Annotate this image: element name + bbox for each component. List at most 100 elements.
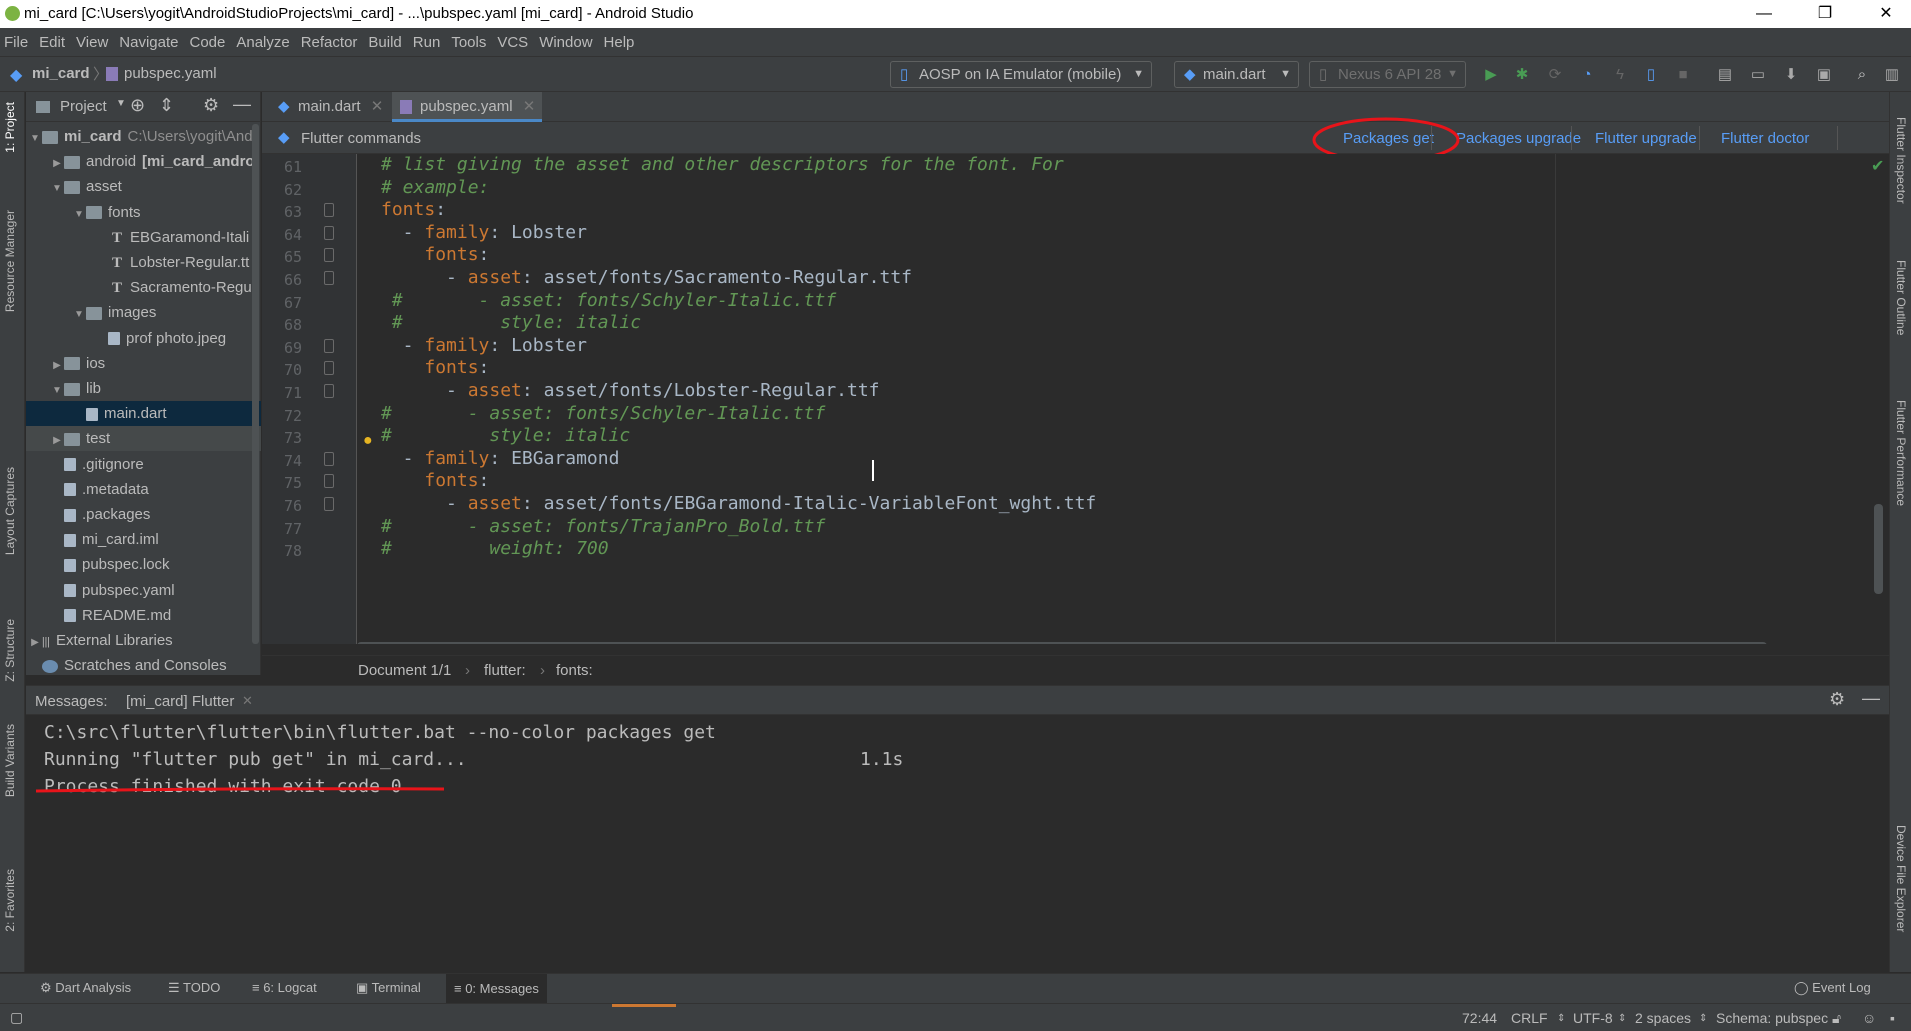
inspector-icon[interactable]: ☺︎ bbox=[1862, 1010, 1876, 1026]
menu-refactor[interactable]: Refactor bbox=[301, 34, 358, 51]
nav-project[interactable]: mi_card bbox=[32, 65, 90, 82]
minimize-button[interactable]: — bbox=[1741, 2, 1787, 26]
fold-marker-icon[interactable] bbox=[324, 384, 334, 398]
tree-node[interactable]: prof photo.jpeg bbox=[26, 326, 261, 351]
collapse-arrow-icon[interactable]: ▶ bbox=[28, 630, 42, 653]
sdk-manager-icon[interactable]: ⬇ bbox=[1782, 66, 1800, 84]
sync-project-icon[interactable]: ▤ bbox=[1716, 66, 1734, 84]
hot-reload-icon[interactable]: ϟ bbox=[1611, 66, 1629, 84]
gear-icon[interactable]: ⚙ bbox=[1829, 689, 1845, 710]
tool-tab-build-variants[interactable]: Build Variants bbox=[3, 724, 17, 797]
fold-marker-icon[interactable] bbox=[324, 361, 334, 376]
menu-view[interactable]: View bbox=[76, 34, 108, 51]
expand-arrow-icon[interactable]: ▼ bbox=[72, 202, 86, 225]
locate-icon[interactable]: ⊕ bbox=[130, 95, 145, 116]
menu-tools[interactable]: Tools bbox=[451, 34, 486, 51]
notifications-icon[interactable]: ▪ bbox=[1890, 1010, 1895, 1026]
tab-main-dart[interactable]: ◆ main.dart ✕ bbox=[270, 92, 390, 122]
menu-run[interactable]: Run bbox=[413, 34, 441, 51]
tree-node[interactable]: ▶ android [mi_card_androi bbox=[26, 149, 261, 174]
collapse-arrow-icon[interactable]: ▶ bbox=[50, 353, 64, 376]
tool-tab-resource-manager[interactable]: Resource Manager bbox=[3, 210, 17, 312]
breadcrumb-fonts[interactable]: fonts: bbox=[556, 662, 593, 679]
tree-node[interactable]: ▼ images bbox=[26, 300, 261, 325]
tree-node[interactable]: pubspec.lock bbox=[26, 552, 261, 577]
status-indent[interactable]: 2 spaces bbox=[1635, 1010, 1691, 1026]
intention-bulb-icon[interactable]: ● bbox=[363, 432, 373, 450]
fold-marker-icon[interactable] bbox=[324, 497, 334, 511]
collapse-arrow-icon[interactable]: ▶ bbox=[50, 151, 64, 174]
tool-event-log[interactable]: ◯ Event Log bbox=[1794, 980, 1871, 996]
device-selector[interactable]: ▯ AOSP on IA Emulator (mobile) ▼ bbox=[890, 61, 1152, 88]
tool-dart-analysis[interactable]: ⚙ Dart Analysis bbox=[40, 980, 131, 996]
debug-icon[interactable]: ✱ bbox=[1513, 66, 1531, 84]
tree-node[interactable]: ▼ asset bbox=[26, 174, 261, 199]
avd-manager-icon[interactable]: ▭ bbox=[1749, 66, 1767, 84]
tree-node[interactable]: ▶ ios bbox=[26, 351, 261, 376]
menu-build[interactable]: Build bbox=[368, 34, 401, 51]
vertical-scrollbar[interactable] bbox=[1874, 504, 1883, 594]
tree-node[interactable]: .gitignore bbox=[26, 452, 261, 477]
hide-panel-icon[interactable]: — bbox=[233, 94, 251, 115]
tool-messages[interactable]: ≡ 0: Messages bbox=[446, 974, 547, 1003]
tool-tab-structure[interactable]: Z: Structure bbox=[3, 619, 17, 682]
flutter-upgrade-link[interactable]: Flutter upgrade bbox=[1595, 130, 1697, 147]
packages-upgrade-link[interactable]: Packages upgrade bbox=[1456, 130, 1581, 147]
tool-tab-flutter-performance[interactable]: Flutter Performance bbox=[1894, 400, 1908, 506]
tool-tab-layout-captures[interactable]: Layout Captures bbox=[3, 467, 17, 555]
close-tab-icon[interactable]: ✕ bbox=[523, 98, 536, 115]
menu-help[interactable]: Help bbox=[604, 34, 635, 51]
menu-file[interactable]: File bbox=[4, 34, 28, 51]
project-view-selector[interactable]: Project bbox=[60, 98, 107, 115]
expand-arrow-icon[interactable]: ▼ bbox=[72, 302, 86, 325]
menu-navigate[interactable]: Navigate bbox=[119, 34, 178, 51]
tree-node[interactable]: ▼ mi_card C:\Users\yogit\And bbox=[26, 124, 261, 149]
attach-icon[interactable]: ⟳ bbox=[1546, 66, 1564, 84]
fold-marker-icon[interactable] bbox=[324, 271, 334, 285]
lock-icon[interactable]: 🔓︎ bbox=[1832, 1010, 1841, 1027]
tree-node[interactable]: README.md bbox=[26, 603, 261, 628]
expand-arrow-icon[interactable]: ▼ bbox=[50, 378, 64, 401]
close-tab-icon[interactable]: ✕ bbox=[371, 98, 384, 115]
run-config-selector[interactable]: ◆ main.dart ▼ bbox=[1174, 61, 1299, 88]
close-tab-icon[interactable]: ✕ bbox=[242, 693, 253, 709]
profile-icon[interactable]: ◔ bbox=[1578, 66, 1596, 84]
gear-icon[interactable]: ⚙ bbox=[203, 95, 219, 116]
tree-node[interactable]: ▶ ||| External Libraries bbox=[26, 628, 261, 653]
expand-arrow-icon[interactable]: ▼ bbox=[28, 126, 42, 149]
menu-vcs[interactable]: VCS bbox=[497, 34, 528, 51]
tree-node[interactable]: T Sacramento-Regu bbox=[26, 275, 261, 300]
tool-tab-flutter-inspector[interactable]: Flutter Inspector bbox=[1894, 117, 1908, 204]
tool-tab-favorites[interactable]: 2: Favorites bbox=[3, 869, 17, 932]
tree-node[interactable]: mi_card.iml bbox=[26, 527, 261, 552]
avd-selector[interactable]: ▯ Nexus 6 API 28 ▼ bbox=[1309, 61, 1466, 88]
stop-icon[interactable]: ■ bbox=[1674, 66, 1692, 84]
hide-panel-icon[interactable]: — bbox=[1862, 688, 1880, 709]
expand-arrow-icon[interactable]: ▼ bbox=[50, 176, 64, 199]
nav-file[interactable]: pubspec.yaml bbox=[124, 65, 217, 82]
tree-node[interactable]: T EBGaramond-Itali bbox=[26, 225, 261, 250]
tree-node[interactable]: main.dart bbox=[26, 401, 261, 427]
fold-marker-icon[interactable] bbox=[324, 474, 334, 489]
fold-marker-icon[interactable] bbox=[324, 451, 334, 466]
settings-icon[interactable]: ▥ bbox=[1883, 66, 1901, 84]
project-scrollbar[interactable] bbox=[252, 124, 259, 644]
menu-edit[interactable]: Edit bbox=[39, 34, 65, 51]
fold-marker-icon[interactable] bbox=[324, 203, 334, 218]
breadcrumb-document[interactable]: Document 1/1 bbox=[358, 662, 451, 679]
status-schema[interactable]: Schema: pubspec bbox=[1716, 1010, 1828, 1026]
search-icon[interactable]: ⌕ bbox=[1853, 66, 1871, 84]
breadcrumb-flutter[interactable]: flutter: bbox=[484, 662, 526, 679]
tree-node[interactable]: ▶ test bbox=[26, 426, 261, 452]
flutter-doctor-link[interactable]: Flutter doctor bbox=[1721, 130, 1809, 147]
tool-tab-project[interactable]: 1: Project bbox=[3, 102, 17, 153]
tool-logcat[interactable]: ≡ 6: Logcat bbox=[252, 980, 317, 995]
horizontal-scrollbar[interactable] bbox=[357, 642, 1767, 644]
tree-node[interactable]: ▼ lib bbox=[26, 376, 261, 401]
collapse-arrow-icon[interactable]: ▶ bbox=[50, 428, 64, 451]
fold-marker-icon[interactable] bbox=[324, 225, 334, 240]
messages-tab[interactable]: [mi_card] Flutter bbox=[126, 693, 234, 710]
code-editor[interactable]: ✔ # list giving the asset and other desc… bbox=[357, 154, 1889, 644]
tool-terminal[interactable]: ▣ Terminal bbox=[356, 980, 421, 996]
project-structure-icon[interactable]: ▣ bbox=[1815, 66, 1833, 84]
